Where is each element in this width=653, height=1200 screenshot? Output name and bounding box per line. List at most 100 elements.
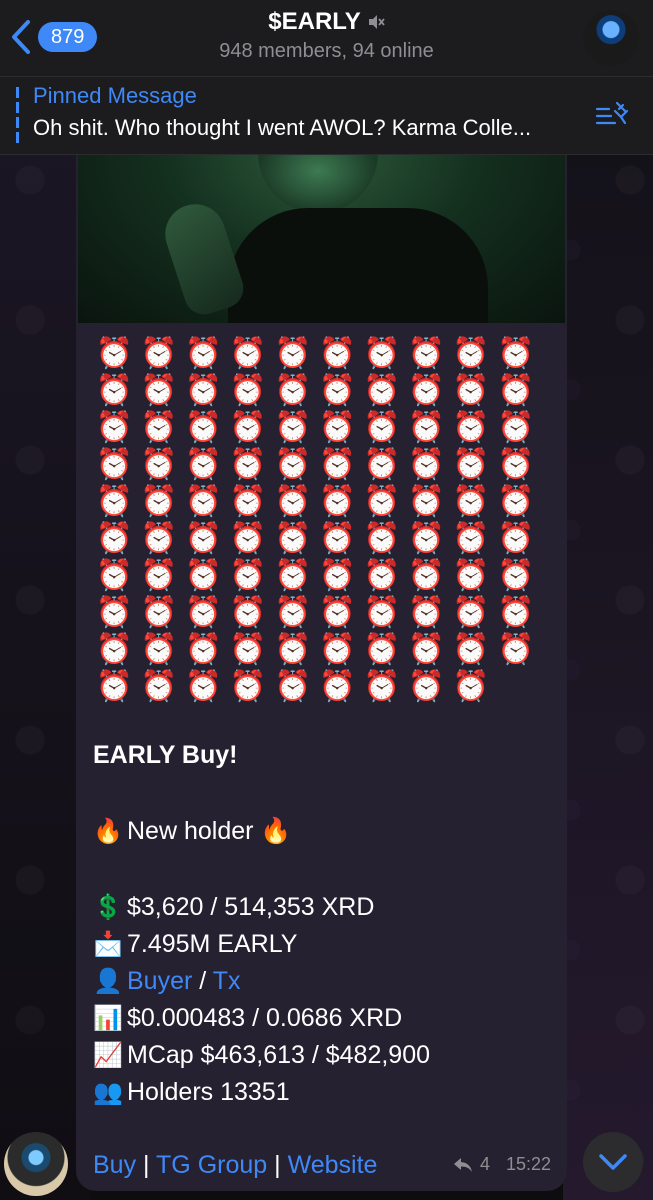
alarm-clock-icon: ⏰ <box>95 596 133 629</box>
alarm-clock-icon: ⏰ <box>273 522 312 555</box>
clock-emoji-row: ⏰ ⏰ ⏰ ⏰ ⏰ ⏰ ⏰ ⏰ ⏰ ⏰ <box>92 631 552 668</box>
clock-emoji-row: ⏰ ⏰ ⏰ ⏰ ⏰ ⏰ ⏰ ⏰ ⏰ ⏰ <box>92 372 552 409</box>
clock-emoji-row: ⏰ ⏰ ⏰ ⏰ ⏰ ⏰ ⏰ ⏰ ⏰ ⏰ <box>92 335 552 372</box>
alarm-clock-icon: ⏰ <box>452 670 490 703</box>
alarm-clock-icon: ⏰ <box>363 374 401 407</box>
alarm-clock-icon: ⏰ <box>407 670 446 703</box>
alarm-clock-icon: ⏰ <box>318 337 356 370</box>
alarm-clock-icon: ⏰ <box>229 411 267 444</box>
alarm-clock-icon: ⏰ <box>407 448 446 481</box>
alarm-clock-icon: ⏰ <box>184 522 223 555</box>
buyer-link[interactable]: Buyer <box>127 967 192 995</box>
new-holder-label: New holder <box>127 817 254 845</box>
pinned-message-bar[interactable]: Pinned Message Oh shit. Who thought I we… <box>0 76 653 155</box>
scroll-to-bottom-button[interactable] <box>583 1132 643 1192</box>
alarm-clock-icon: ⏰ <box>229 633 267 666</box>
chat-title-row: $EARLY <box>268 8 385 36</box>
alarm-clock-icon: ⏰ <box>229 596 267 629</box>
alarm-clock-icon: ⏰ <box>184 485 223 518</box>
alarm-clock-icon: ⏰ <box>229 522 267 555</box>
alarm-clock-icon: ⏰ <box>452 559 490 592</box>
media-figure-head <box>258 153 378 213</box>
price-text: $3,620 / 514,353 XRD <box>127 893 375 921</box>
alarm-clock-icon: ⏰ <box>363 559 401 592</box>
new-holder-line: 🔥 New holder 🔥 <box>93 817 292 846</box>
price-line: 💲 $3,620 / 514,353 XRD <box>93 893 374 922</box>
alarm-clock-icon: ⏰ <box>95 559 133 592</box>
reply-count: 4 <box>479 1154 490 1174</box>
alarm-clock-icon: ⏰ <box>318 448 356 481</box>
alarm-clock-icon: ⏰ <box>140 596 178 629</box>
alarm-clock-icon: ⏰ <box>184 633 223 666</box>
chevron-down-icon <box>599 1154 627 1170</box>
pinned-text: Oh shit. Who thought I went AWOL? Karma … <box>33 115 532 140</box>
alarm-clock-icon: ⏰ <box>407 485 446 518</box>
tg-group-link[interactable]: TG Group <box>156 1151 267 1179</box>
alarm-clock-icon: ⏰ <box>273 633 312 666</box>
alarm-clock-icon: ⏰ <box>184 559 223 592</box>
chat-title: $EARLY <box>268 8 361 35</box>
alarm-clock-icon: ⏰ <box>496 633 535 666</box>
alarm-clock-icon: ⏰ <box>273 670 312 703</box>
alarm-clock-icon: ⏰ <box>452 596 490 629</box>
sender-avatar[interactable] <box>4 1132 68 1196</box>
alarm-clock-icon: ⏰ <box>363 670 401 703</box>
alarm-clock-icon: ⏰ <box>452 633 490 666</box>
alarm-clock-icon: ⏰ <box>140 411 178 444</box>
unit-price-text: $0.000483 / 0.0686 XRD <box>127 1004 403 1032</box>
mute-icon <box>368 15 385 29</box>
website-link[interactable]: Website <box>288 1151 378 1179</box>
alarm-clock-icon: ⏰ <box>140 337 178 370</box>
message-bubble[interactable]: ⏰ ⏰ ⏰ ⏰ ⏰ ⏰ ⏰ ⏰ ⏰ ⏰ ⏰ ⏰ ⏰ ⏰ ⏰ ⏰ ⏰ ⏰ ⏰ ⏰ ⏰ ⏰ ⏰ ⏰ ⏰ ⏰ ⏰ ⏰ ⏰ ⏰ ⏰ ⏰ ⏰ ⏰ ⏰ ⏰ ⏰ ⏰ ⏰ ⏰… <box>76 153 567 1191</box>
tx-link[interactable]: Tx <box>213 967 241 995</box>
message-media-video[interactable] <box>78 153 565 323</box>
alarm-clock-icon: ⏰ <box>318 485 356 518</box>
media-figure-body <box>228 208 488 323</box>
alarm-clock-icon: ⏰ <box>229 485 267 518</box>
alarm-clock-icon: ⏰ <box>184 374 223 407</box>
trend-up-icon: 📈 <box>93 1042 123 1069</box>
alarm-clock-icon: ⏰ <box>452 374 490 407</box>
alarm-clock-icon: ⏰ <box>452 522 490 555</box>
alarm-clock-icon: ⏰ <box>363 411 401 444</box>
alarm-clock-icon: ⏰ <box>229 448 267 481</box>
alarm-clock-icon: ⏰ <box>140 670 178 703</box>
amount-line: 📩 7.495M EARLY <box>93 930 297 959</box>
message-headline: EARLY Buy! <box>93 741 238 769</box>
alarm-clock-icon: ⏰ <box>273 559 312 592</box>
pin-list-icon[interactable] <box>595 99 631 131</box>
holders-text: Holders 13351 <box>127 1078 290 1106</box>
users-icon: 👥 <box>93 1079 123 1106</box>
user-icon: 👤 <box>93 968 123 995</box>
reply-icon <box>453 1157 472 1172</box>
alarm-clock-icon: ⏰ <box>229 559 267 592</box>
chat-title-area[interactable]: $EARLY 948 members, 94 online <box>0 8 653 63</box>
alarm-clock-icon: ⏰ <box>318 411 356 444</box>
alarm-clock-icon: ⏰ <box>140 448 178 481</box>
pinned-title: Pinned Message <box>33 83 197 108</box>
clock-emoji-row: ⏰ ⏰ ⏰ ⏰ ⏰ ⏰ ⏰ ⏰ ⏰ ⏰ <box>92 594 552 631</box>
clock-emoji-row: ⏰ ⏰ ⏰ ⏰ ⏰ ⏰ ⏰ ⏰ ⏰ ⏰ <box>92 409 552 446</box>
group-avatar[interactable] <box>583 10 639 66</box>
alarm-clock-icon: ⏰ <box>140 559 178 592</box>
alarm-clock-icon: ⏰ <box>229 374 267 407</box>
alarm-clock-icon: ⏰ <box>407 559 446 592</box>
alarm-clock-icon: ⏰ <box>407 374 446 407</box>
buy-link[interactable]: Buy <box>93 1151 136 1179</box>
alarm-clock-icon: ⏰ <box>140 633 178 666</box>
alarm-clock-icon: ⏰ <box>363 522 401 555</box>
alarm-clock-icon: ⏰ <box>273 374 312 407</box>
alarm-clock-icon: ⏰ <box>318 670 356 703</box>
alarm-clock-icon: ⏰ <box>452 337 490 370</box>
amount-text: 7.495M EARLY <box>127 930 298 958</box>
holders-line: 👥 Holders 13351 <box>93 1078 290 1107</box>
fire-icon: 🔥 <box>260 817 292 845</box>
alarm-clock-icon: ⏰ <box>95 485 133 518</box>
buyer-tx-separator: / <box>192 967 213 995</box>
footer-links-line: Buy | TG Group | Website <box>93 1151 377 1180</box>
envelope-icon: 📩 <box>93 931 123 958</box>
alarm-clock-icon: ⏰ <box>318 559 356 592</box>
alarm-clock-icon: ⏰ <box>496 559 535 592</box>
alarm-clock-icon: ⏰ <box>452 411 490 444</box>
alarm-clock-icon: ⏰ <box>184 670 223 703</box>
